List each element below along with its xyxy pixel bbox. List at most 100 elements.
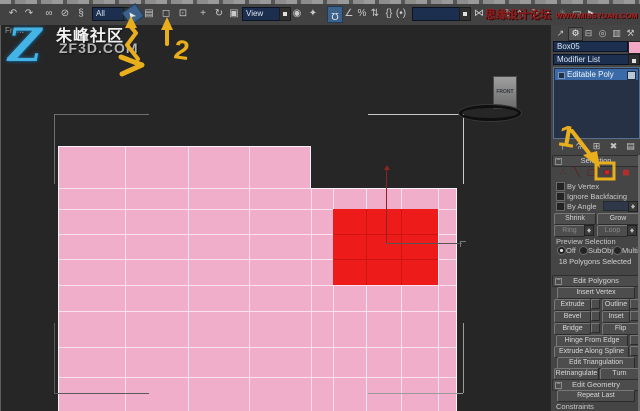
redo-icon[interactable]: ↷ <box>22 6 36 21</box>
rectangular-selection-icon[interactable]: ◻ <box>159 6 173 21</box>
collapse-icon: – <box>555 277 562 285</box>
grid-line-v <box>188 146 189 411</box>
remove-modifier-icon[interactable]: ✖ <box>607 140 620 152</box>
undo-icon[interactable]: ↶ <box>6 6 20 21</box>
by-angle-field[interactable] <box>603 201 630 211</box>
edge-subobject-icon[interactable]: ╲ <box>571 167 583 178</box>
stack-row-editable-poly[interactable]: Editable Poly <box>555 69 638 80</box>
edit-polygons-rollout-header[interactable]: Edit Polygons – <box>552 275 640 287</box>
curve-editor-icon[interactable]: ∿ <box>514 6 528 21</box>
angle-snap-icon[interactable]: ∠ <box>342 6 356 21</box>
loop-spinner[interactable] <box>627 225 637 236</box>
outline-button[interactable]: Outline <box>602 299 630 311</box>
vertex-subobject-icon[interactable]: ∴ <box>557 167 569 178</box>
schematic-view-icon[interactable]: ⊟ <box>528 6 542 21</box>
bevel-settings-box[interactable] <box>591 311 600 321</box>
render-setup-icon[interactable]: ♨ <box>556 6 570 21</box>
modifier-list-dropdown-arrow[interactable] <box>628 54 640 65</box>
pin-stack-icon[interactable]: † <box>556 140 569 152</box>
select-and-scale-icon[interactable]: ▣ <box>227 6 241 21</box>
select-and-rotate-icon[interactable]: ↻ <box>212 6 226 21</box>
ignore-backfacing-checkbox[interactable] <box>556 192 565 201</box>
unlink-selection-icon[interactable]: ⊘ <box>58 6 72 21</box>
selection-bracket-h <box>368 114 463 115</box>
ring-button[interactable]: Ring <box>554 225 585 237</box>
select-and-link-icon[interactable]: ∞ <box>42 6 56 21</box>
insert-vertex-button[interactable]: Insert Vertex <box>557 287 635 299</box>
percent-snap-icon[interactable]: % <box>355 6 369 21</box>
select-by-name-icon[interactable]: ▤ <box>142 6 156 21</box>
tab-motion[interactable]: ◎ <box>596 27 609 39</box>
tab-hierarchy[interactable]: ⊟ <box>582 27 595 39</box>
extrude-button[interactable]: Extrude <box>554 299 591 311</box>
rendered-frame-icon[interactable]: ▭ <box>570 6 584 21</box>
preview-selection-label: Preview Selection <box>556 237 616 246</box>
selection-filter-combo[interactable]: All <box>92 7 135 21</box>
configure-modifier-sets-icon[interactable]: ▤ <box>624 140 637 152</box>
gizmo-y-axis[interactable] <box>386 167 387 244</box>
by-angle-spinner[interactable] <box>628 201 638 212</box>
3dsmax-window: ↶ ↷ ∞ ⊘ § All ➤ ▤ ◻ ⊡ + ↻ ▣ View ◉ ✦ Ω ∠% ⇅{} (•) ⋈ ≡ ⊞ ∿ ⊟ ◐ ♨ ▭ ► … <box>0 0 640 411</box>
show-end-result-icon[interactable]: ⚗ <box>573 140 586 152</box>
bridge-button[interactable]: Bridge <box>554 323 591 335</box>
reference-coordinate-combo[interactable]: View <box>242 7 291 21</box>
tab-utilities[interactable]: ⚒ <box>624 27 637 39</box>
align-icon[interactable]: ≡ <box>486 6 500 21</box>
window-crossing-icon[interactable]: ⊡ <box>176 6 190 21</box>
select-and-manipulate-icon[interactable]: ✦ <box>306 6 320 21</box>
main-toolbar: ↶ ↷ ∞ ⊘ § All ➤ ▤ ◻ ⊡ + ↻ ▣ View ◉ ✦ Ω ∠% ⇅{} (•) ⋈ ≡ ⊞ ∿ ⊟ ◐ ♨ ▭ ► <box>0 3 640 26</box>
tab-modify[interactable]: ⚙ <box>568 27 583 41</box>
collapse-icon: – <box>555 157 562 165</box>
preview-radio-off[interactable] <box>557 246 566 255</box>
make-unique-icon[interactable]: ⊞ <box>590 140 603 152</box>
object-color-swatch[interactable] <box>628 41 640 54</box>
bind-to-space-warp-icon[interactable]: § <box>74 6 88 21</box>
named-selection-combo[interactable] <box>412 7 471 21</box>
named-selection-combo-arrow[interactable] <box>459 7 471 21</box>
element-subobject-icon[interactable]: ◼ <box>620 167 632 178</box>
polygon-subobject-icon[interactable]: ■ <box>601 167 613 177</box>
tab-create[interactable]: ↗ <box>554 27 567 39</box>
selection-bracket-h <box>54 393 149 394</box>
by-vertex-checkbox[interactable] <box>556 182 565 191</box>
by-angle-checkbox[interactable] <box>556 202 565 211</box>
selection-rollout-header[interactable]: Selection – <box>552 155 640 167</box>
mesh-edge <box>58 146 311 147</box>
layer-manager-icon[interactable]: ⊞ <box>500 6 514 21</box>
spinner-snap-icon[interactable]: ⇅ <box>368 6 382 21</box>
edit-named-selections-icon[interactable]: (•) <box>394 6 408 21</box>
by-angle-label: By Angle <box>567 202 597 211</box>
object-name-field[interactable]: Box05 <box>553 41 628 52</box>
editable-poly-mesh[interactable] <box>58 146 457 411</box>
select-and-move-icon[interactable]: + <box>196 6 210 21</box>
ring-spinner[interactable] <box>584 225 594 236</box>
gizmo-x-axis[interactable] <box>386 243 462 244</box>
flip-button[interactable]: Flip <box>602 323 639 335</box>
modifier-visibility-toggle[interactable] <box>627 71 636 80</box>
viewport-label[interactable]: Front <box>5 26 24 35</box>
front-viewport[interactable]: Front FRONT <box>0 25 551 411</box>
loop-button[interactable]: Loop <box>597 225 628 237</box>
bridge-settings-box[interactable] <box>591 323 600 333</box>
red-grid-line-v <box>366 209 367 285</box>
use-center-icon[interactable]: ◉ <box>290 6 304 21</box>
extrude-settings-box[interactable] <box>591 299 600 309</box>
constraints-label: Constraints <box>556 402 594 411</box>
shrink-button[interactable]: Shrink <box>554 213 596 225</box>
selection-status: 18 Polygons Selected <box>558 257 632 266</box>
bevel-button[interactable]: Bevel <box>554 311 591 323</box>
snap-toggle-3d-icon[interactable]: Ω <box>327 6 343 23</box>
modifier-list-dropdown[interactable]: Modifier List <box>553 54 631 65</box>
inset-button[interactable]: Inset <box>602 311 630 323</box>
repeat-last-button[interactable]: Repeat Last <box>557 390 635 402</box>
material-editor-icon[interactable]: ◐ <box>542 6 556 21</box>
modifier-stack[interactable]: Editable Poly <box>553 67 640 139</box>
grow-button[interactable]: Grow <box>597 213 639 225</box>
front-text-object[interactable]: FRONT <box>493 76 517 109</box>
tab-display[interactable]: ▥ <box>610 27 623 39</box>
quick-render-icon[interactable]: ► <box>584 6 598 21</box>
preview-radio-multi[interactable] <box>613 246 622 255</box>
preview-radio-subobj[interactable] <box>579 246 588 255</box>
mirror-icon[interactable]: ⋈ <box>472 6 486 21</box>
border-subobject-icon[interactable]: ▢ <box>585 167 597 178</box>
